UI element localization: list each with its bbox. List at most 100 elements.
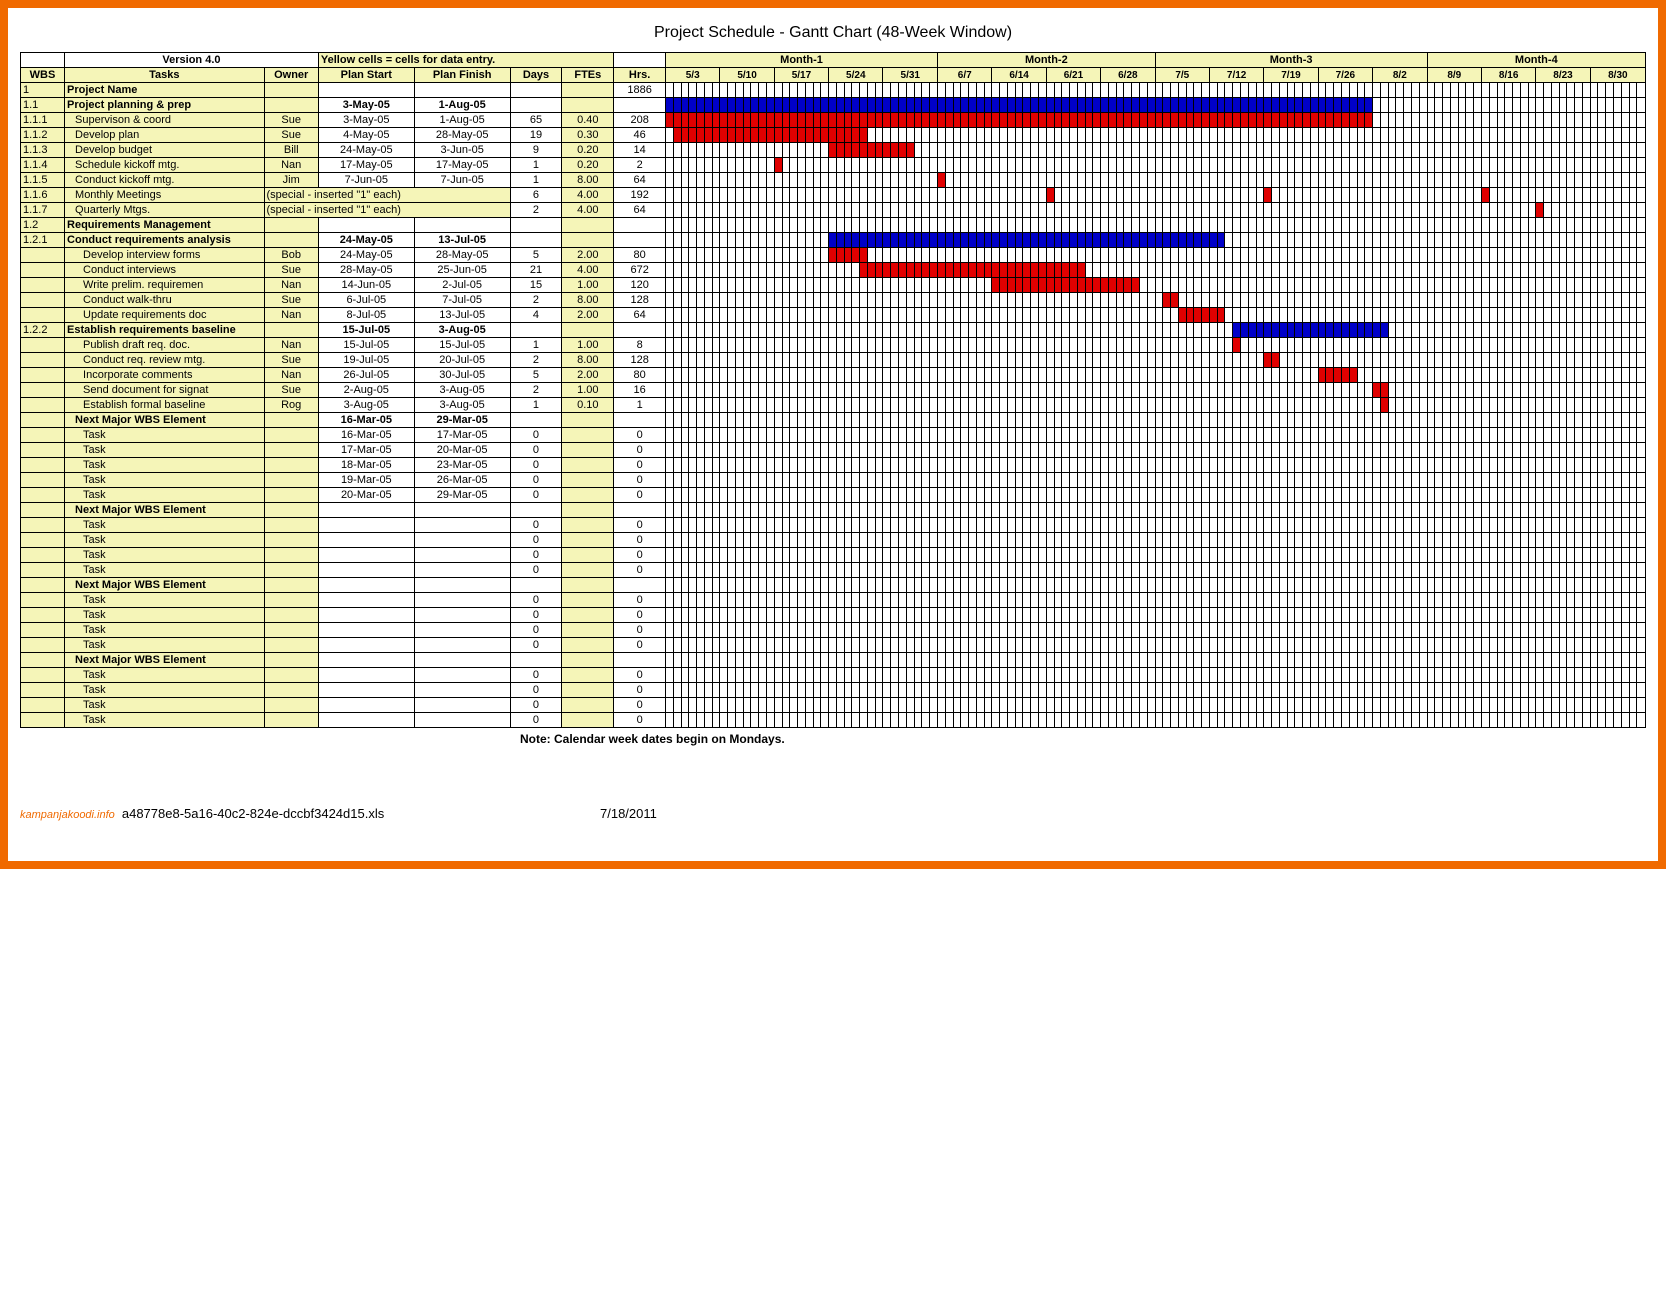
cell-wbs[interactable]: 1.2.2 xyxy=(21,323,65,338)
cell-hrs[interactable]: 64 xyxy=(614,203,666,218)
cell-owner[interactable]: Jim xyxy=(264,173,318,188)
cell-wbs[interactable] xyxy=(21,518,65,533)
cell-days[interactable] xyxy=(510,83,562,98)
cell-ftes[interactable]: 4.00 xyxy=(562,188,614,203)
cell-pfinish[interactable] xyxy=(414,593,510,608)
cell-days[interactable]: 1 xyxy=(510,158,562,173)
cell-owner[interactable] xyxy=(264,443,318,458)
cell-wbs[interactable]: 1.1.4 xyxy=(21,158,65,173)
cell-wbs[interactable]: 1.1 xyxy=(21,98,65,113)
cell-wbs[interactable]: 1.1.6 xyxy=(21,188,65,203)
cell-owner[interactable] xyxy=(264,488,318,503)
cell-pfinish[interactable]: 29-Mar-05 xyxy=(414,413,510,428)
cell-owner[interactable] xyxy=(264,413,318,428)
cell-pstart[interactable]: 15-Jul-05 xyxy=(318,323,414,338)
cell-hrs[interactable]: 0 xyxy=(614,593,666,608)
cell-task[interactable]: Conduct requirements analysis xyxy=(65,233,264,248)
cell-wbs[interactable] xyxy=(21,398,65,413)
cell-days[interactable]: 1 xyxy=(510,338,562,353)
cell-days[interactable]: 0 xyxy=(510,563,562,578)
cell-pstart[interactable] xyxy=(318,518,414,533)
cell-pfinish[interactable]: 17-Mar-05 xyxy=(414,428,510,443)
cell-task[interactable]: Requirements Management xyxy=(65,218,264,233)
cell-wbs[interactable] xyxy=(21,308,65,323)
cell-pfinish[interactable] xyxy=(414,503,510,518)
cell-pfinish[interactable]: 3-Aug-05 xyxy=(414,383,510,398)
cell-task[interactable]: Establish formal baseline xyxy=(65,398,264,413)
cell-wbs[interactable] xyxy=(21,578,65,593)
cell-pstart[interactable] xyxy=(318,608,414,623)
cell-days[interactable]: 0 xyxy=(510,623,562,638)
cell-hrs[interactable]: 0 xyxy=(614,458,666,473)
cell-hrs[interactable]: 672 xyxy=(614,263,666,278)
cell-owner[interactable] xyxy=(264,98,318,113)
cell-owner[interactable]: Nan xyxy=(264,308,318,323)
cell-owner[interactable] xyxy=(264,608,318,623)
cell-owner[interactable]: Sue xyxy=(264,263,318,278)
cell-task[interactable]: Develop interview forms xyxy=(65,248,264,263)
cell-pfinish[interactable]: 20-Mar-05 xyxy=(414,443,510,458)
cell-wbs[interactable] xyxy=(21,293,65,308)
cell-task[interactable]: Write prelim. requiremen xyxy=(65,278,264,293)
cell-wbs[interactable]: 1.1.7 xyxy=(21,203,65,218)
cell-ftes[interactable] xyxy=(562,503,614,518)
cell-wbs[interactable] xyxy=(21,263,65,278)
cell-ftes[interactable]: 0.30 xyxy=(562,128,614,143)
cell-ftes[interactable]: 8.00 xyxy=(562,293,614,308)
cell-days[interactable]: 65 xyxy=(510,113,562,128)
cell-pstart[interactable]: 16-Mar-05 xyxy=(318,413,414,428)
cell-task[interactable]: Task xyxy=(65,563,264,578)
cell-task[interactable]: Task xyxy=(65,428,264,443)
cell-hrs[interactable] xyxy=(614,323,666,338)
cell-hrs[interactable]: 0 xyxy=(614,473,666,488)
cell-pfinish[interactable]: 26-Mar-05 xyxy=(414,473,510,488)
cell-days[interactable] xyxy=(510,233,562,248)
cell-hrs[interactable]: 80 xyxy=(614,368,666,383)
cell-hrs[interactable]: 0 xyxy=(614,623,666,638)
cell-pfinish[interactable]: 28-May-05 xyxy=(414,248,510,263)
cell-task[interactable]: Develop budget xyxy=(65,143,264,158)
cell-ftes[interactable] xyxy=(562,608,614,623)
cell-ftes[interactable] xyxy=(562,563,614,578)
cell-pstart[interactable]: 2-Aug-05 xyxy=(318,383,414,398)
cell-days[interactable]: 2 xyxy=(510,293,562,308)
cell-pstart[interactable]: 20-Mar-05 xyxy=(318,488,414,503)
cell-task[interactable]: Schedule kickoff mtg. xyxy=(65,158,264,173)
cell-days[interactable]: 21 xyxy=(510,263,562,278)
cell-days[interactable] xyxy=(510,323,562,338)
cell-wbs[interactable] xyxy=(21,548,65,563)
cell-hrs[interactable]: 64 xyxy=(614,173,666,188)
cell-owner[interactable] xyxy=(264,518,318,533)
cell-ftes[interactable]: 4.00 xyxy=(562,203,614,218)
cell-hrs[interactable]: 120 xyxy=(614,278,666,293)
cell-ftes[interactable]: 4.00 xyxy=(562,263,614,278)
cell-owner[interactable] xyxy=(264,623,318,638)
cell-pfinish[interactable] xyxy=(414,563,510,578)
cell-task[interactable]: Establish requirements baseline xyxy=(65,323,264,338)
cell-pfinish[interactable] xyxy=(414,218,510,233)
cell-owner[interactable] xyxy=(264,593,318,608)
cell-ftes[interactable] xyxy=(562,98,614,113)
cell-pfinish[interactable]: 17-May-05 xyxy=(414,158,510,173)
cell-hrs[interactable] xyxy=(614,233,666,248)
cell-owner[interactable]: Sue xyxy=(264,113,318,128)
cell-pstart[interactable] xyxy=(318,563,414,578)
cell-pstart[interactable]: 18-Mar-05 xyxy=(318,458,414,473)
cell-pstart[interactable]: 17-Mar-05 xyxy=(318,443,414,458)
cell-wbs[interactable] xyxy=(21,413,65,428)
cell-ftes[interactable]: 8.00 xyxy=(562,353,614,368)
cell-ftes[interactable] xyxy=(562,413,614,428)
cell-pstart[interactable] xyxy=(318,623,414,638)
cell-wbs[interactable] xyxy=(21,458,65,473)
cell-owner[interactable]: Bill xyxy=(264,143,318,158)
cell-task[interactable]: Task xyxy=(65,518,264,533)
cell-hrs[interactable]: 0 xyxy=(614,443,666,458)
cell-ftes[interactable]: 2.00 xyxy=(562,248,614,263)
cell-ftes[interactable] xyxy=(562,518,614,533)
cell-pfinish[interactable]: 1-Aug-05 xyxy=(414,98,510,113)
cell-hrs[interactable]: 192 xyxy=(614,188,666,203)
cell-wbs[interactable] xyxy=(21,383,65,398)
cell-owner[interactable] xyxy=(264,473,318,488)
cell-owner[interactable] xyxy=(264,548,318,563)
cell-pstart[interactable]: 6-Jul-05 xyxy=(318,293,414,308)
